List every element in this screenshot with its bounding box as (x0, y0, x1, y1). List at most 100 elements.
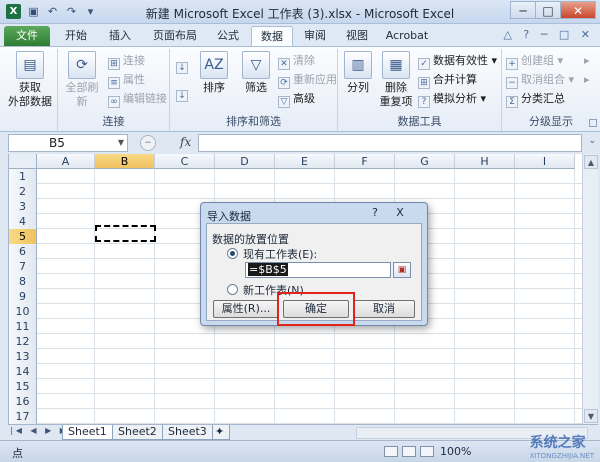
selected-cell-b5[interactable] (95, 225, 156, 242)
select-all-corner[interactable] (9, 154, 37, 169)
column-header-i[interactable]: I (515, 154, 575, 169)
row-header-11[interactable]: 11 (9, 319, 37, 335)
reapply-button[interactable]: ⟳ 重新应用 (278, 72, 337, 89)
row-header-3[interactable]: 3 (9, 199, 37, 215)
connections-button[interactable]: ⊞ 连接 (108, 53, 145, 70)
close-icon[interactable]: X (391, 206, 409, 220)
row-header-14[interactable]: 14 (9, 364, 37, 380)
page-layout-view-icon[interactable] (402, 446, 416, 457)
existing-sheet-label: 现有工作表(E): (243, 248, 318, 261)
existing-sheet-radio[interactable] (227, 248, 238, 259)
sort-za-button[interactable]: ↓ (176, 85, 191, 102)
sheet-tab-1[interactable]: Sheet1 (62, 425, 113, 440)
database-icon: ▤ (16, 51, 44, 79)
tab-home[interactable]: 开始 (56, 26, 96, 46)
zoom-level[interactable]: 100% (440, 445, 471, 458)
minimize-icon[interactable]: ─ (510, 1, 536, 19)
new-sheet-radio[interactable] (227, 284, 238, 295)
tab-view[interactable]: 视图 (338, 26, 376, 46)
hide-detail-button[interactable]: ▸ (584, 72, 590, 88)
tab-review[interactable]: 审阅 (296, 26, 334, 46)
row-header-6[interactable]: 6 (9, 244, 37, 260)
column-header-g[interactable]: G (395, 154, 455, 169)
show-detail-button[interactable]: ▸ (584, 53, 590, 69)
formula-input[interactable] (198, 134, 582, 152)
insert-function-icon[interactable]: fx (180, 135, 191, 149)
refresh-all-button[interactable]: ⟳ 全部刷新 (62, 51, 102, 109)
column-header-b[interactable]: B (95, 154, 155, 169)
tab-file[interactable]: 文件 (4, 26, 50, 46)
column-header-f[interactable]: F (335, 154, 395, 169)
sheet-tab-bar: |◀ ◀ ▶ ▶| Sheet1 Sheet2 Sheet3 ✦ (8, 424, 598, 440)
sort-az-button[interactable]: ↓ (176, 57, 191, 74)
row-header-15[interactable]: 15 (9, 379, 37, 395)
cancel-button[interactable]: 取消 (353, 300, 415, 318)
row-header-13[interactable]: 13 (9, 349, 37, 365)
sort-descending-icon: ↓ (176, 90, 188, 102)
formula-cancel-icon[interactable]: − (140, 135, 156, 151)
row-header-5[interactable]: 5 (9, 229, 37, 245)
tab-data[interactable]: 数据 (251, 26, 293, 46)
column-header-h[interactable]: H (455, 154, 515, 169)
clear-button[interactable]: ✕ 清除 (278, 53, 315, 70)
get-external-data-button[interactable]: ▤ 获取 外部数据 (8, 51, 52, 109)
properties-dialog-button[interactable]: 属性(R)... (213, 300, 279, 318)
row-header-17[interactable]: 17 (9, 409, 37, 424)
tab-page-layout[interactable]: 页面布局 (146, 26, 204, 46)
maximize-icon[interactable]: □ (535, 1, 561, 19)
column-header-c[interactable]: C (155, 154, 215, 169)
row-header-12[interactable]: 12 (9, 334, 37, 350)
dialog-title: 导入数据 (207, 210, 251, 223)
tab-formulas[interactable]: 公式 (208, 26, 248, 46)
row-header-8[interactable]: 8 (9, 274, 37, 290)
consolidate-button[interactable]: ⊞ 合并计算 (418, 72, 477, 89)
data-validation-button[interactable]: ✓ 数据有效性 ▾ (418, 53, 497, 70)
scroll-down-icon[interactable]: ▼ (584, 409, 598, 423)
close-icon[interactable]: ✕ (560, 1, 596, 19)
row-header-16[interactable]: 16 (9, 394, 37, 410)
row-header-4[interactable]: 4 (9, 214, 37, 230)
row-header-9[interactable]: 9 (9, 289, 37, 305)
column-header-e[interactable]: E (275, 154, 335, 169)
name-box[interactable]: B5 ▼ (8, 134, 128, 152)
placement-section-label: 数据的放置位置 (212, 233, 289, 246)
sheet-tab-3[interactable]: Sheet3 (162, 425, 213, 440)
expand-formula-bar-icon[interactable]: ⌄ (588, 136, 596, 146)
group-button[interactable]: + 创建组 ▾ (506, 53, 563, 70)
vertical-scrollbar[interactable]: ▲ ▼ (582, 154, 598, 424)
column-header-d[interactable]: D (215, 154, 275, 169)
gridline-horizontal (37, 198, 582, 199)
collapse-dialog-icon[interactable]: ▣ (393, 262, 411, 278)
gridline-vertical (94, 169, 95, 424)
row-header-1[interactable]: 1 (9, 169, 37, 185)
ungroup-button[interactable]: − 取消组合 ▾ (506, 72, 574, 89)
row-header-2[interactable]: 2 (9, 184, 37, 200)
site-watermark: 系统之家 XITONGZHIJIA.NET (529, 435, 594, 460)
advanced-button[interactable]: ▽ 高级 (278, 91, 315, 108)
group-get-external: ▤ 获取 外部数据 (0, 49, 58, 131)
reference-input[interactable]: =$B$5 (245, 262, 391, 278)
help-icon[interactable]: ? (366, 206, 384, 220)
properties-button[interactable]: ≡ 属性 (108, 72, 145, 89)
insert-sheet-icon[interactable]: ✦ (212, 425, 230, 440)
ungroup-icon: − (506, 77, 518, 89)
ribbon-window-controls[interactable]: △ ? ─ □ ✕ (503, 28, 594, 41)
text-to-columns-button[interactable]: ▥ 分列 (340, 51, 376, 95)
row-header-7[interactable]: 7 (9, 259, 37, 275)
column-header-a[interactable]: A (37, 154, 95, 169)
remove-duplicates-button[interactable]: ▦ 删除 重复项 (376, 51, 416, 109)
row-header-10[interactable]: 10 (9, 304, 37, 320)
what-if-button[interactable]: ? 模拟分析 ▾ (418, 91, 486, 108)
scroll-up-icon[interactable]: ▲ (584, 155, 598, 169)
subtotal-button[interactable]: Σ 分类汇总 (506, 91, 565, 108)
chevron-down-icon[interactable]: ▼ (118, 135, 124, 151)
filter-button[interactable]: ▽ 筛选 (236, 51, 276, 95)
tab-acrobat[interactable]: Acrobat (380, 26, 434, 46)
sheet-tab-2[interactable]: Sheet2 (112, 425, 163, 440)
page-break-view-icon[interactable] (420, 446, 434, 457)
edit-links-button[interactable]: ∞ 编辑链接 (108, 91, 167, 108)
normal-view-icon[interactable] (384, 446, 398, 457)
tab-insert[interactable]: 插入 (100, 26, 140, 46)
sort-button[interactable]: AZ 排序 (194, 51, 234, 95)
outline-dialog-launcher[interactable] (589, 119, 597, 127)
